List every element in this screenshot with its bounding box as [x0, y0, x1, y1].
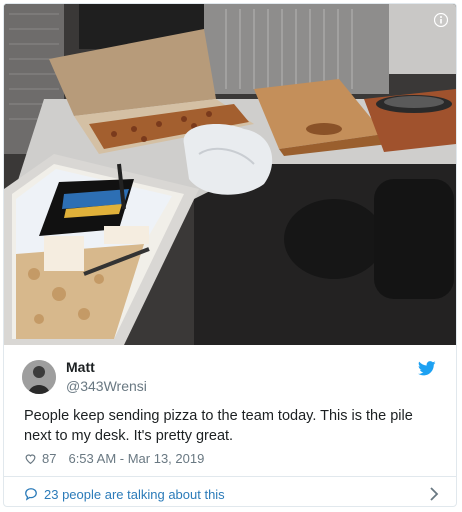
tweet-text: People keep sending pizza to the team to… — [24, 408, 413, 444]
heart-icon[interactable] — [24, 452, 37, 465]
like-count[interactable]: 87 — [42, 451, 56, 466]
chevron-right-icon — [430, 487, 439, 501]
divider — [4, 476, 456, 477]
tweet-meta: 87 6:53 AM - Mar 13, 2019 — [24, 451, 204, 466]
tweet-timestamp[interactable]: 6:53 AM - Mar 13, 2019 — [68, 451, 204, 466]
conversation-link[interactable]: 23 people are talking about this — [24, 484, 439, 504]
conversation-count: 23 people are talking about this — [44, 486, 225, 502]
comment-bubble-icon — [25, 488, 37, 501]
info-icon[interactable] — [434, 13, 448, 27]
author-handle[interactable]: @343Wrensi — [66, 378, 147, 394]
avatar[interactable] — [22, 360, 56, 394]
twitter-bird-icon[interactable] — [418, 361, 436, 376]
author-name[interactable]: Matt — [66, 359, 95, 375]
embedded-tweet-card: Matt @343Wrensi People keep sending pizz… — [3, 3, 457, 507]
tweet-photo[interactable] — [4, 4, 456, 345]
